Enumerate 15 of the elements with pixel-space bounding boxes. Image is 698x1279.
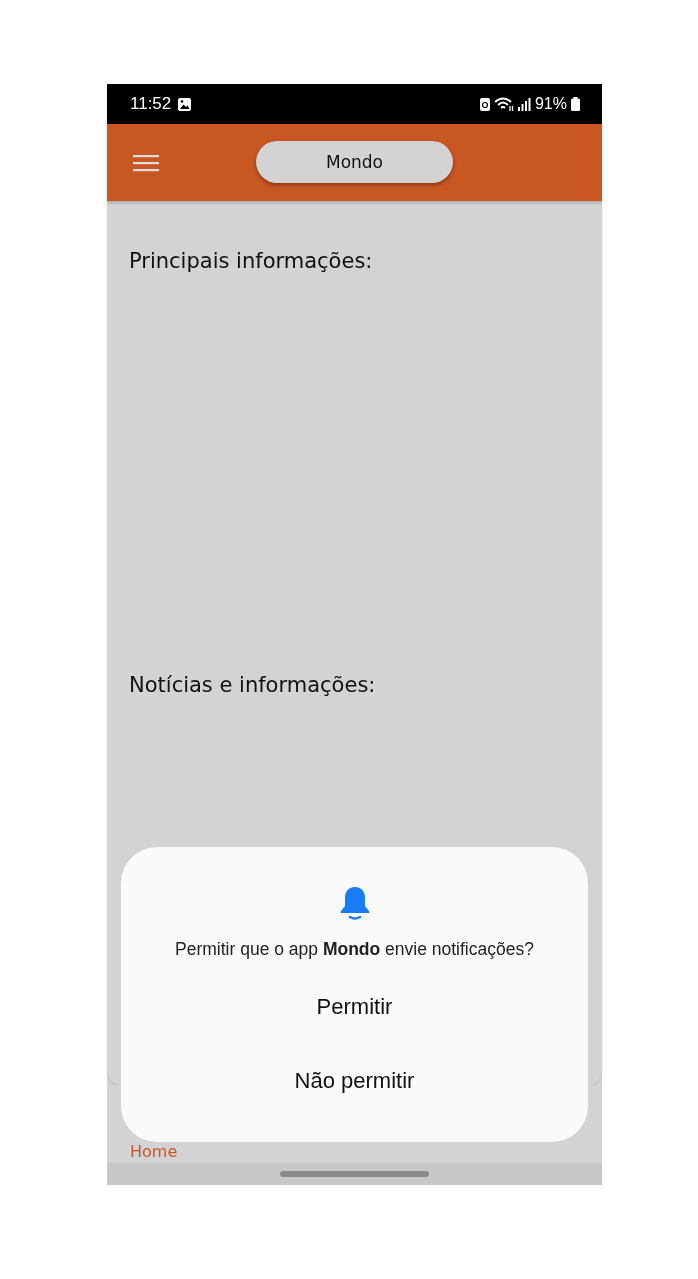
bell-icon [338, 885, 371, 921]
title-button[interactable]: Mondo [256, 141, 453, 183]
section-heading: Notícias e informações: [129, 673, 377, 697]
dialog-button[interactable]: Permitir [306, 988, 403, 1026]
section-heading: Principais informações: [129, 249, 374, 273]
dialog-button[interactable]: Não permitir [284, 1062, 425, 1100]
battery-icon [571, 97, 580, 111]
wifi-icon [493, 96, 514, 112]
menu-icon[interactable] [133, 153, 159, 172]
dialog-message: Permitir que o app Mondo envie notificações? [175, 939, 534, 960]
battery-percent: 91% [534, 95, 567, 113]
home-handle[interactable] [280, 1171, 429, 1177]
signal-icon [517, 97, 531, 111]
status-time: 11:52 [130, 94, 172, 114]
image-icon [177, 96, 193, 112]
